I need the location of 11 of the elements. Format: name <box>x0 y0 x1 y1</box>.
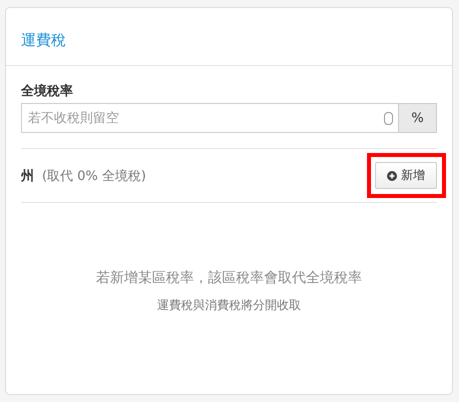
spinner-icon[interactable] <box>384 112 393 125</box>
empty-headline: 若新增某區稅率，該區稅率會取代全境稅率 <box>96 269 362 287</box>
unit-addon: % <box>399 103 437 133</box>
region-note: (取代 0% 全境稅) <box>42 168 148 184</box>
add-button[interactable]: 新增 <box>375 162 437 189</box>
input-field[interactable]: 若不收稅則留空 <box>21 103 399 133</box>
field-label: 全境稅率 <box>21 82 73 100</box>
card-title: 運費稅 <box>21 31 66 50</box>
plus-circle-icon <box>387 170 397 180</box>
empty-subtext: 運費稅與消費稅將分開收取 <box>157 297 301 314</box>
region-label: 州 <box>21 168 34 184</box>
